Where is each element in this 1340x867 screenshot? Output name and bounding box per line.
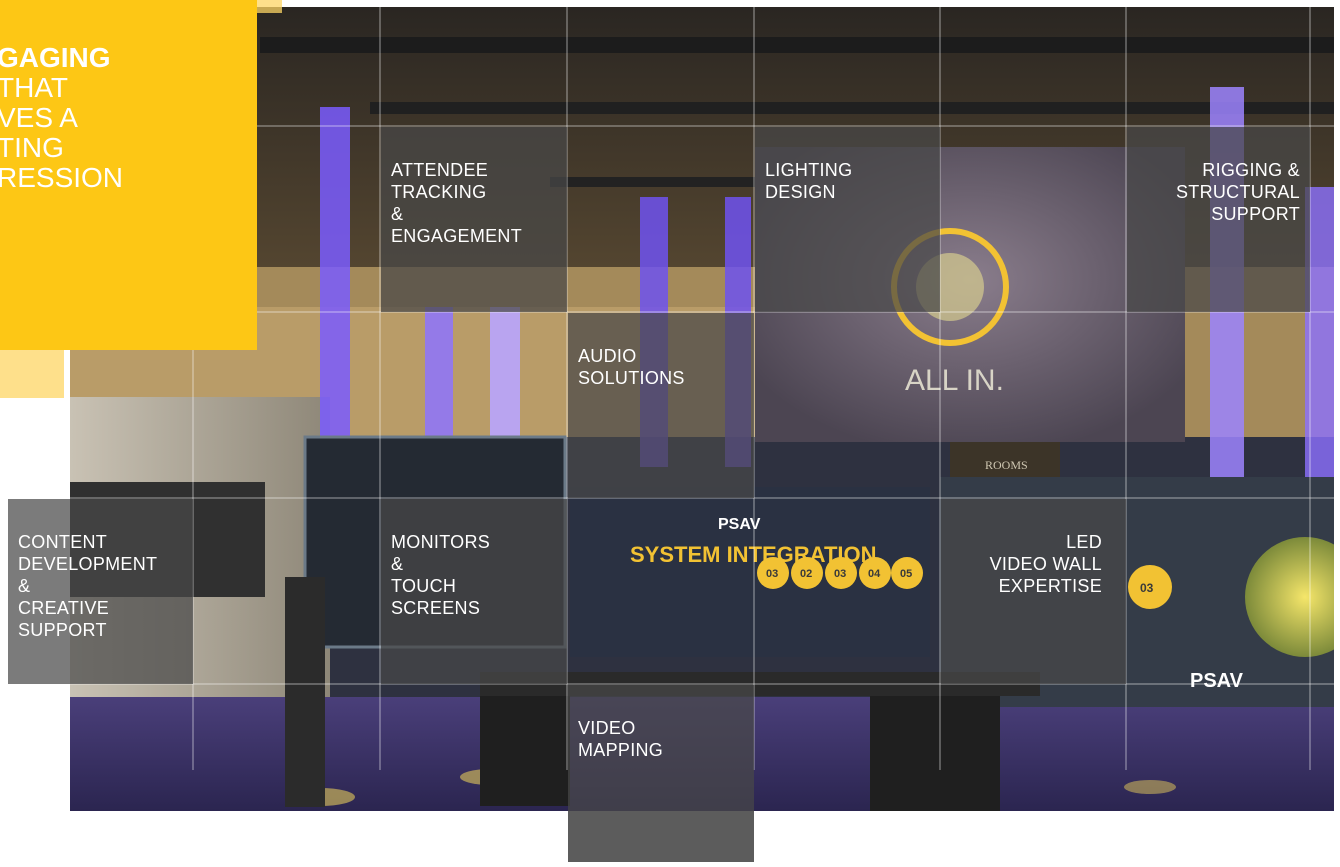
hex-badge: 02 [800, 568, 812, 580]
hex-badge: 03 [834, 568, 846, 580]
wall-logo-right: PSAV [1190, 670, 1244, 692]
tile-content-development[interactable]: CONTENT DEVELOPMENT & CREATIVE SUPPORT [8, 499, 193, 684]
hero-line: GAGING [0, 42, 111, 73]
tile-label: MONITORS & TOUCH SCREENS [391, 532, 491, 618]
hero-line: RESSION [0, 162, 124, 193]
tile-rigging-structural[interactable]: RIGGING & STRUCTURAL SUPPORT [1127, 127, 1310, 312]
hero-headline: GAGING THAT VES A TING RESSION [0, 0, 257, 350]
hero-line: THAT [0, 72, 69, 103]
wall-logo: PSAV [718, 516, 761, 533]
hex-badge: 04 [868, 568, 881, 580]
tile-monitors-touch[interactable]: MONITORS & TOUCH SCREENS [381, 499, 567, 684]
hero-accent-block [0, 350, 64, 398]
tile-audio-solutions[interactable]: AUDIO SOLUTIONS [568, 313, 754, 498]
hero-line: TING [0, 132, 64, 163]
hex-badge: 05 [900, 568, 912, 580]
tile-blank[interactable] [568, 811, 754, 862]
rooms-label: ROOMS [985, 458, 1028, 472]
tile-label: AUDIO SOLUTIONS [578, 346, 685, 388]
tile-label: VIDEO MAPPING [578, 718, 664, 760]
tile-label: RIGGING & STRUCTURAL SUPPORT [1175, 160, 1300, 224]
tile-video-mapping[interactable]: VIDEO MAPPING [568, 685, 754, 811]
tile-lighting-design[interactable]: LIGHTING DESIGN [755, 127, 940, 312]
tile-label: LIGHTING DESIGN [765, 160, 853, 202]
hero-line: VES A [0, 102, 78, 133]
tile-label: ATTENDEE TRACKING & ENGAGEMENT [391, 160, 523, 246]
hex-badge: 03 [766, 568, 778, 580]
tile-label: LED VIDEO WALL EXPERTISE [989, 532, 1102, 596]
screen-logo: ALL IN. [905, 364, 1004, 397]
hero-accent-block [257, 0, 282, 13]
tile-led-video-wall[interactable]: LED VIDEO WALL EXPERTISE [941, 499, 1126, 684]
tile-label: CONTENT DEVELOPMENT & CREATIVE SUPPORT [18, 532, 158, 640]
hex-badge-right: 03 [1140, 581, 1154, 595]
tile-attendee-tracking[interactable]: ATTENDEE TRACKING & ENGAGEMENT [381, 127, 567, 312]
